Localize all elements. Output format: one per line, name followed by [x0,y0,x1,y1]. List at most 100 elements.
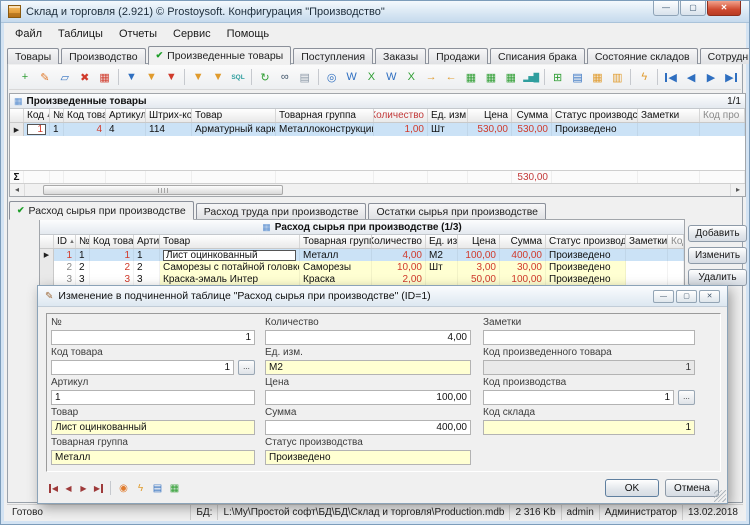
col-tovarnaya-gruppa[interactable]: Товарная группа [276,109,374,122]
cancel-button[interactable]: Отмена [665,479,719,497]
col-kolichestvo[interactable]: Количество [374,109,428,122]
cell-kod-pro[interactable] [668,249,684,261]
dialog-maximize-button[interactable]: ▢ [676,290,697,303]
delete-record-icon[interactable]: ✖ [76,69,94,86]
tab-sostoyanie-skladov[interactable]: Состояние складов [587,48,698,64]
cell-cena[interactable]: 50,00 [458,273,500,285]
lightning-icon[interactable]: ϟ [635,69,653,86]
cell-tovar[interactable]: Саморезы с потайной головкой 3,5 х 16 [160,261,300,273]
cell-kod-tovara[interactable]: 2 [90,261,134,273]
subtab-ostatki-syrya[interactable]: Остатки сырья при производстве [368,203,546,219]
cell-kod[interactable]: 1 [24,123,50,136]
dialog-titlebar[interactable]: ✎ Изменение в подчиненной таблице "Расхо… [38,286,727,307]
product-group-input[interactable] [51,450,255,465]
focused-cell[interactable]: Лист оцинкованный [163,250,296,261]
add-button[interactable]: Добавить [688,225,747,242]
notes-input[interactable] [483,330,695,345]
col-id[interactable]: ID▲ [54,235,76,248]
col-zametki[interactable]: Заметки [626,235,668,248]
cell-cena[interactable]: 3,00 [458,261,500,273]
cell-tovarnaya-gruppa[interactable]: Краска [300,273,372,285]
cell-kolichestvo[interactable]: 10,00 [372,261,426,273]
total-input[interactable] [265,420,471,435]
export-word-icon[interactable]: W [343,69,361,86]
tab-spisaniya-braka[interactable]: Списания брака [490,48,585,64]
cell-tovarnaya-gruppa[interactable]: Металлоконструкции [276,123,374,136]
col-tovar[interactable]: Товар [160,235,300,248]
cell-summa[interactable]: 100,00 [500,273,546,285]
col-ed-izm[interactable]: Ед. изм. [428,109,468,122]
cell-tovar[interactable]: Арматурный каркас [192,123,276,136]
quantity-input[interactable] [265,330,471,345]
cell-ed-izm[interactable] [426,273,458,285]
tab-prodazhi[interactable]: Продажи [428,48,488,64]
cell-kod-tovara[interactable]: 4 [64,123,106,136]
scroll-track[interactable] [24,184,731,196]
filter-open-icon[interactable]: ▼ [189,69,207,86]
cell-nomer[interactable]: 1 [76,249,90,261]
resize-grip[interactable] [714,490,726,502]
scroll-right-icon[interactable]: ▸ [731,184,745,196]
filter-add-icon[interactable]: ▼ [123,69,141,86]
close-button[interactable]: ✕ [707,1,741,16]
cell-status[interactable]: Произведено [552,123,638,136]
cell-zametki[interactable] [638,123,700,136]
col-status[interactable]: Статус производства [552,109,638,122]
col-tovar[interactable]: Товар [192,109,276,122]
col-kod-tovara[interactable]: Код товара [64,109,106,122]
cell-status[interactable]: Произведено [546,261,626,273]
col-status[interactable]: Статус производства [546,235,626,248]
sql-filter-icon[interactable]: SQL [229,69,247,86]
cell-nomer[interactable]: 1 [50,123,64,136]
col-nomer[interactable]: № [50,109,64,122]
cell-summa[interactable]: 30,00 [500,261,546,273]
tab-proizvedennye-tovary[interactable]: ✔ Произведенные товары [148,46,292,65]
chart-icon[interactable]: ▂▅█ [522,69,540,86]
col-kod-tovara[interactable]: Код товара [90,235,134,248]
delete-button[interactable]: Удалить [688,269,747,286]
record-last-icon[interactable]: ▶ [91,481,106,495]
scroll-left-icon[interactable]: ◂ [10,184,24,196]
cell-kod-tovara[interactable]: 1 [90,249,134,261]
cell-artikul[interactable]: 4 [106,123,146,136]
cell-tovar[interactable]: Краска-эмаль Интер [160,273,300,285]
filter-save-icon[interactable]: ▼ [209,69,227,86]
record-prev-icon[interactable]: ◀ [61,481,76,495]
col-cena[interactable]: Цена [468,109,512,122]
subtab-rashod-syrya[interactable]: ✔ Расход сырья при производстве [9,201,194,220]
minimize-button[interactable]: — [653,1,679,16]
cell-shtrih-kod[interactable]: 114 [146,123,192,136]
filter-clear-icon[interactable]: ▼ [162,69,180,86]
add-record-icon[interactable]: + [16,69,34,86]
report-summary-icon[interactable]: ▦ [462,69,480,86]
col-shtrih-kod[interactable]: Штрих-код [146,109,192,122]
col-artikul[interactable]: Артикул [106,109,146,122]
record-first-icon[interactable]: ◀ [46,481,61,495]
col-summa[interactable]: Сумма [512,109,552,122]
cell-zametki[interactable] [626,249,668,261]
cell-id[interactable]: 3 [54,273,76,285]
cell-status[interactable]: Произведено [546,273,626,285]
warehouse-code-input[interactable] [483,420,695,435]
col-summa[interactable]: Сумма [500,235,546,248]
table-row[interactable]: ▶ 1 1 1 1 Лист оцинкованный Металл 4,00 … [40,249,684,261]
menu-file[interactable]: Файл [7,26,50,42]
lightning-icon[interactable]: ϟ [132,481,149,495]
table-row[interactable]: 2 2 2 2 Саморезы с потайной головкой 3,5… [40,261,684,273]
menu-service[interactable]: Сервис [165,26,219,42]
nav-last-icon[interactable]: ▶ [722,69,740,86]
scroll-thumb[interactable] [43,185,283,195]
cell-kod-pro[interactable] [668,273,684,285]
template-excel-icon[interactable]: X [402,69,420,86]
cell-zametki[interactable] [626,273,668,285]
tab-sotrudniki[interactable]: Сотрудники [700,48,750,64]
copy-record-icon[interactable]: ▱ [56,69,74,86]
menu-reports[interactable]: Отчеты [111,26,165,42]
cell-artikul[interactable]: 3 [134,273,160,285]
col-kolichestvo[interactable]: Количество [372,235,426,248]
cell-summa[interactable]: 400,00 [500,249,546,261]
nav-first-icon[interactable]: ◀ [662,69,680,86]
form-properties-icon[interactable]: ▥ [608,69,626,86]
col-cena[interactable]: Цена [458,235,500,248]
cell-tovarnaya-gruppa[interactable]: Металл [300,249,372,261]
